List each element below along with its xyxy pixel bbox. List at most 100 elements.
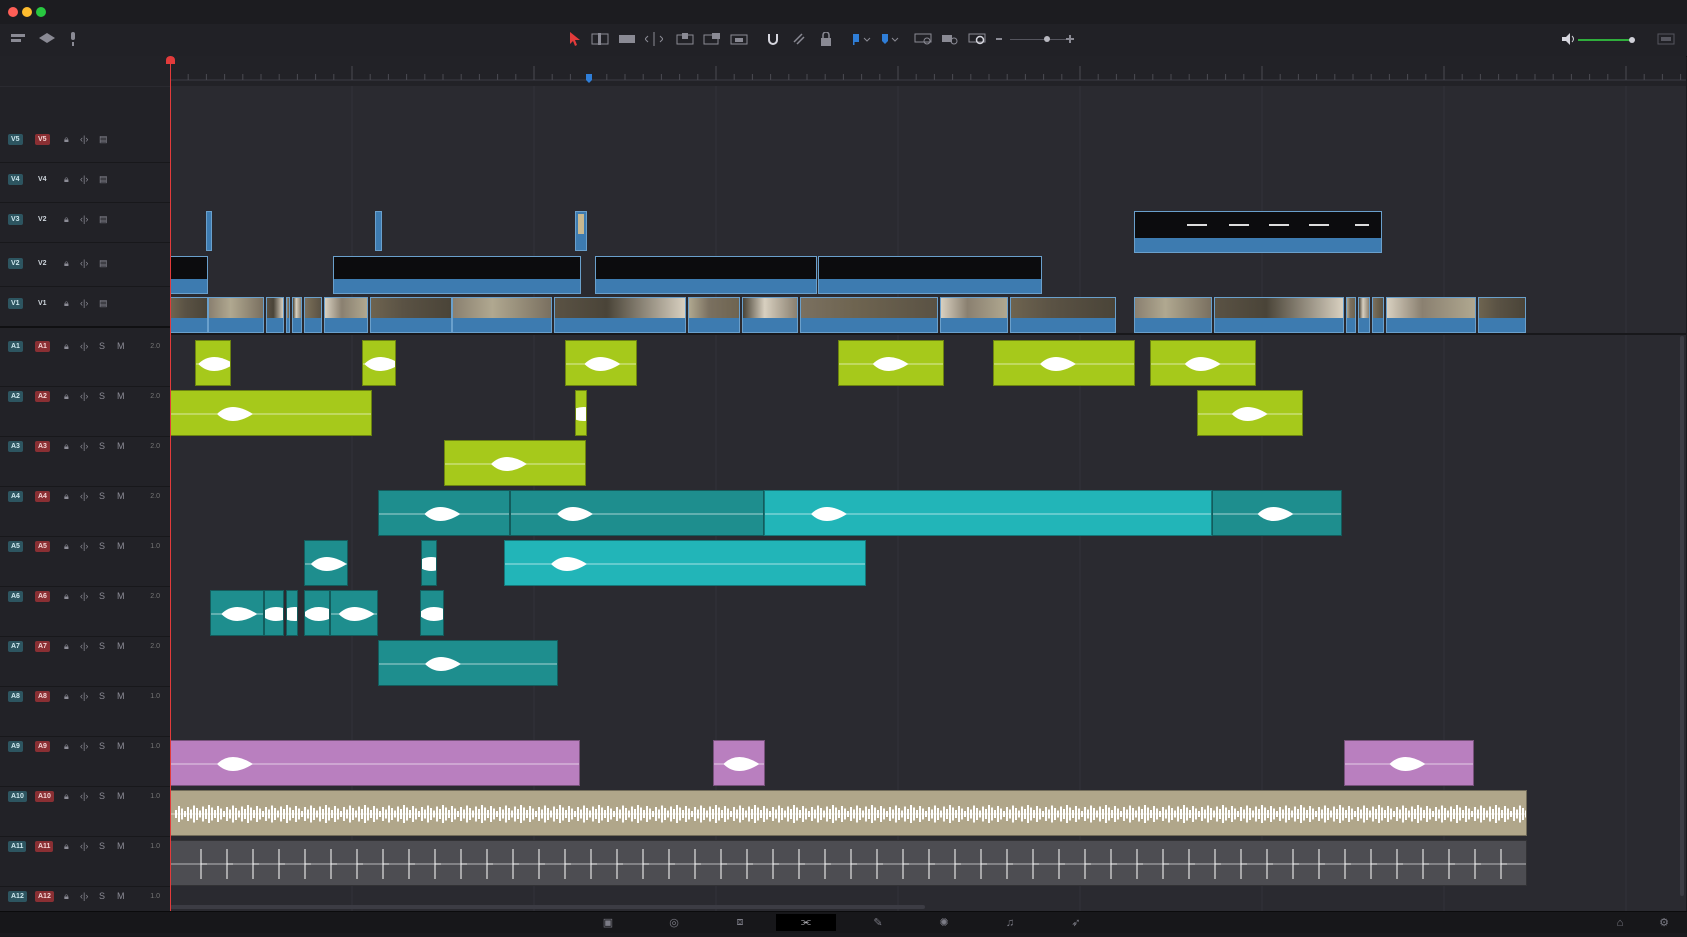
video-clip[interactable]: [370, 297, 452, 333]
video-clip[interactable]: [1346, 297, 1356, 333]
track-header-a8[interactable]: A8 A8 🔒︎ ‹|› S M 1.0: [0, 686, 170, 737]
track-header-v4[interactable]: V4 V4 🔒︎ ‹|› ▤: [0, 162, 170, 203]
edit-page-icon[interactable]: ⧈: [710, 914, 770, 931]
snapping-icon[interactable]: [764, 30, 782, 48]
track-header-v1[interactable]: V1 V1 🔒︎ ‹|› ▤: [0, 286, 170, 328]
auto-select-icon[interactable]: ‹|›: [80, 891, 88, 902]
video-clip[interactable]: [266, 297, 284, 333]
media-page-icon[interactable]: ▣: [578, 914, 638, 931]
audio-clip[interactable]: [170, 790, 1527, 836]
video-clip[interactable]: [1214, 297, 1344, 333]
track-destination-badge[interactable]: V4: [8, 174, 23, 185]
lock-icon[interactable]: 🔒︎: [64, 591, 69, 602]
rocket-icon[interactable]: ➶: [1046, 914, 1106, 931]
video-clip[interactable]: [292, 297, 302, 333]
mute-button[interactable]: M: [117, 441, 125, 452]
playhead[interactable]: [166, 56, 175, 911]
audio-clip[interactable]: [504, 540, 866, 586]
audio-clip[interactable]: [286, 590, 298, 636]
mute-button[interactable]: M: [117, 641, 125, 652]
lock-icon[interactable]: 🔒︎: [64, 174, 69, 185]
mute-button[interactable]: M: [117, 791, 125, 802]
track-destination-badge[interactable]: A7: [8, 641, 23, 652]
auto-select-icon[interactable]: ‹|›: [80, 391, 88, 402]
audio-clip[interactable]: [378, 640, 558, 686]
video-clip[interactable]: [375, 211, 382, 251]
home-icon[interactable]: ⌂: [1608, 914, 1632, 931]
title-clip[interactable]: [1134, 211, 1382, 253]
fairlight-page-icon[interactable]: ✺: [914, 914, 974, 931]
audio-clip[interactable]: [170, 740, 580, 786]
track-visibility-icon[interactable]: ▤: [99, 298, 108, 309]
timeline-canvas[interactable]: [170, 86, 1686, 911]
audio-clip[interactable]: [330, 590, 378, 636]
horizontal-scrollbar[interactable]: [170, 905, 925, 909]
auto-select-icon[interactable]: ‹|›: [80, 841, 88, 852]
mute-button[interactable]: M: [117, 541, 125, 552]
zoom-full-icon[interactable]: [914, 30, 932, 48]
track-destination-badge[interactable]: A1: [8, 341, 23, 352]
vertical-scrollbar[interactable]: [1680, 336, 1684, 896]
solo-button[interactable]: S: [99, 441, 105, 452]
lock-icon[interactable]: 🔒︎: [64, 298, 69, 309]
dynamic-trim-icon[interactable]: [618, 30, 636, 48]
video-clip[interactable]: [1010, 297, 1116, 333]
auto-select-icon[interactable]: ‹|›: [80, 214, 88, 225]
solo-button[interactable]: S: [99, 791, 105, 802]
zoom-in-icon[interactable]: [1066, 35, 1074, 43]
audio-clip[interactable]: [1197, 390, 1303, 436]
video-clip[interactable]: [206, 211, 212, 251]
track-header-a2[interactable]: A2 A2 🔒︎ ‹|› S M 2.0: [0, 386, 170, 437]
mute-button[interactable]: M: [117, 741, 125, 752]
video-clip[interactable]: [1134, 297, 1212, 333]
auto-select-icon[interactable]: ‹|›: [80, 491, 88, 502]
audio-clip[interactable]: [170, 840, 1527, 886]
video-clip[interactable]: [742, 297, 798, 333]
audio-clip[interactable]: [713, 740, 765, 786]
video-clip[interactable]: [1386, 297, 1476, 333]
lock-icon[interactable]: 🔒︎: [64, 441, 69, 452]
auto-select-icon[interactable]: ‹|›: [80, 298, 88, 309]
mute-button[interactable]: M: [117, 891, 125, 902]
layers-icon[interactable]: [38, 30, 56, 48]
lock-icon[interactable]: 🔒︎: [64, 741, 69, 752]
track-header-a5[interactable]: A5 A5 🔒︎ ‹|› S M 1.0: [0, 536, 170, 587]
track-destination-badge[interactable]: A9: [8, 741, 23, 752]
track-header-a6[interactable]: A6 A6 🔒︎ ‹|› S M 2.0: [0, 586, 170, 637]
lock-icon[interactable]: 🔒︎: [64, 691, 69, 702]
mute-button[interactable]: M: [117, 341, 125, 352]
lock-icon[interactable]: 🔒︎: [64, 491, 69, 502]
title-clip[interactable]: [595, 256, 817, 294]
audio-clip[interactable]: [764, 490, 1212, 536]
linked-selection-icon[interactable]: [790, 30, 808, 48]
track-destination-badge[interactable]: A8: [8, 691, 23, 702]
track-header-a1[interactable]: A1 A1 🔒︎ ‹|› S M 2.0: [0, 336, 170, 387]
solo-button[interactable]: S: [99, 841, 105, 852]
replace-clip-icon[interactable]: [730, 30, 748, 48]
audio-clip[interactable]: [1344, 740, 1474, 786]
meter-icon[interactable]: [1656, 30, 1676, 48]
mute-button[interactable]: M: [117, 691, 125, 702]
track-header-a4[interactable]: A4 A4 🔒︎ ‹|› S M 2.0: [0, 486, 170, 537]
track-visibility-icon[interactable]: ▤: [99, 174, 108, 185]
track-header-v3[interactable]: V3 V2 🔒︎ ‹|› ▤: [0, 202, 170, 243]
audio-clip[interactable]: [210, 590, 264, 636]
maximize-window-button[interactable]: [36, 7, 46, 17]
auto-select-icon[interactable]: ‹|›: [80, 641, 88, 652]
video-clip[interactable]: [1372, 297, 1384, 333]
track-destination-badge[interactable]: A3: [8, 441, 23, 452]
track-header-v5[interactable]: V5 V5 🔒︎ ‹|› ▤: [0, 122, 170, 163]
solo-button[interactable]: S: [99, 491, 105, 502]
audio-clip[interactable]: [510, 490, 764, 536]
cut-page-icon[interactable]: ◎: [644, 914, 704, 931]
zoom-slider[interactable]: [1010, 36, 1066, 42]
track-destination-badge[interactable]: A2: [8, 391, 23, 402]
video-clip[interactable]: [170, 297, 208, 333]
close-window-button[interactable]: [8, 7, 18, 17]
auto-select-icon[interactable]: ‹|›: [80, 174, 88, 185]
zoom-custom-icon[interactable]: [968, 30, 986, 48]
track-destination-badge[interactable]: A5: [8, 541, 23, 552]
track-destination-badge[interactable]: A6: [8, 591, 23, 602]
blade-icon[interactable]: [645, 30, 663, 48]
audio-clip[interactable]: [264, 590, 284, 636]
